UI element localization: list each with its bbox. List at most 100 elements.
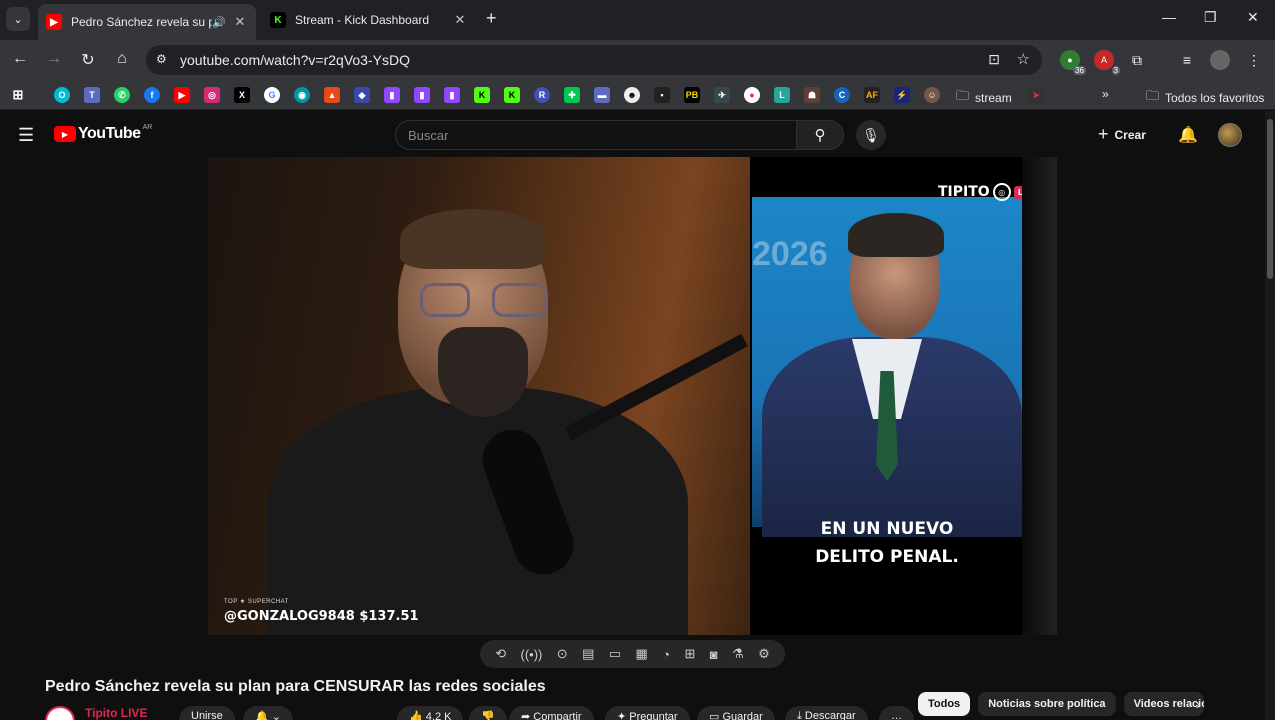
chevron-right-icon[interactable]: › — [1196, 696, 1201, 712]
back-icon[interactable]: ← — [10, 50, 30, 68]
url-text[interactable]: youtube.com/watch?v=r2qVo3-YsDQ — [180, 52, 410, 68]
create-button[interactable]: + Crear — [1098, 124, 1146, 145]
bookmark-fire-icon[interactable]: ▲ — [324, 87, 340, 103]
scrollbar-thumb[interactable] — [1267, 119, 1273, 279]
bookmark-eye-icon[interactable]: ◉ — [294, 87, 310, 103]
search-icon[interactable]: ⚲ — [796, 120, 844, 150]
apps-grid-icon[interactable]: ⊞ — [10, 87, 26, 103]
channel-avatar[interactable] — [45, 706, 75, 720]
twitch-icon[interactable]: ▮ — [384, 87, 400, 103]
speed-gauge-icon[interactable]: ◔ — [662, 647, 670, 662]
more-bookmarks-icon[interactable]: » — [1102, 87, 1109, 101]
clapperboard-icon[interactable]: ▤ — [582, 646, 594, 662]
profile-avatar[interactable] — [1210, 50, 1230, 70]
twitch-icon-3[interactable]: ▮ — [444, 87, 460, 103]
google-icon[interactable]: G — [264, 87, 280, 103]
ask-button[interactable]: ✦ Preguntar — [605, 706, 690, 720]
bookmark-r-icon[interactable]: R — [534, 87, 550, 103]
settings-gear-icon[interactable]: ⚙ — [758, 646, 770, 662]
save-button[interactable]: ▭ Guardar — [697, 706, 775, 720]
kick-bookmark-icon-2[interactable]: K — [504, 87, 520, 103]
install-app-icon[interactable]: ⊡ — [988, 51, 1000, 68]
bookmark-l-icon[interactable]: L — [774, 87, 790, 103]
flask-icon[interactable]: ⚗ — [732, 646, 744, 662]
notification-toggle[interactable]: 🔔 ⌄ — [243, 706, 293, 720]
page-scrollbar[interactable] — [1265, 111, 1275, 720]
loop-icon[interactable]: ⟲ — [495, 646, 506, 662]
user-avatar[interactable] — [1218, 123, 1242, 147]
close-tab-icon[interactable]: ✕ — [232, 14, 248, 30]
tab-search-button[interactable]: ⌄ — [6, 7, 30, 31]
menu-hamburger-icon[interactable]: ☰ — [18, 125, 34, 146]
tab-youtube[interactable]: ▶ Pedro Sánchez revela su pla 🔊 ✕ — [38, 4, 256, 40]
bookmark-af-icon[interactable]: AF — [864, 87, 880, 103]
red-extension-icon[interactable]: A3 — [1094, 50, 1120, 75]
add-frame-icon[interactable]: ⊞ — [684, 646, 695, 662]
picture-in-picture-icon[interactable]: ▭ — [609, 646, 621, 662]
menu-kebab-icon[interactable]: ⋮ — [1244, 50, 1264, 70]
reload-icon[interactable]: ↻ — [78, 50, 98, 70]
join-button[interactable]: Unirse — [179, 706, 235, 720]
home-icon[interactable]: ⌂ — [112, 50, 132, 68]
background-year-text: 2026 — [752, 235, 828, 273]
search-input[interactable]: Buscar — [395, 120, 797, 150]
media-control-icon[interactable]: ≡ — [1177, 50, 1197, 70]
bookmark-face-icon[interactable]: ☺ — [924, 87, 940, 103]
minimize-icon[interactable]: — — [1162, 9, 1176, 25]
bookmark-shield-icon[interactable]: ◆ — [354, 87, 370, 103]
dislike-button[interactable]: 👎 — [469, 706, 507, 720]
download-button[interactable]: ⤓ Descargar — [785, 706, 868, 720]
chip-noticias-politica[interactable]: Noticias sobre política — [978, 692, 1116, 716]
microphone-icon[interactable]: 🎙 — [856, 120, 886, 150]
bookmark-c-icon[interactable]: C — [834, 87, 850, 103]
forward-icon[interactable]: → — [44, 50, 64, 68]
youtube-logo[interactable]: ▶ YouTube AR — [54, 124, 152, 143]
notifications-bell-icon[interactable]: 🔔 — [1178, 125, 1198, 145]
video-player[interactable]: TOP ★ SUPERCHAT @GONZALOG9848 $137.51 20… — [208, 157, 1057, 635]
close-window-icon[interactable]: ✕ — [1247, 9, 1259, 26]
address-bar[interactable]: ⚙ youtube.com/watch?v=r2qVo3-YsDQ ⊡ ☆ — [146, 45, 1042, 75]
facebook-icon[interactable]: f — [144, 87, 160, 103]
bookmark-folder-stream[interactable]: 🗀 stream — [956, 87, 1012, 109]
green-extension-icon[interactable]: ● 36 — [1060, 50, 1086, 75]
screenshot-camera-icon[interactable]: ◙ — [710, 647, 718, 662]
all-bookmarks-folder[interactable]: 🗀 Todos los favoritos — [1146, 87, 1264, 109]
bookmark-red-dot-icon[interactable]: ● — [744, 87, 760, 103]
extensions-puzzle-icon[interactable]: ⧉ — [1127, 50, 1147, 70]
bookmark-t-icon[interactable]: T — [84, 87, 100, 103]
restore-icon[interactable]: ❐ — [1204, 9, 1217, 26]
chip-videos-relacionados[interactable]: Videos relacionados — [1123, 692, 1204, 716]
like-button[interactable]: 👍 4,2 K — [397, 706, 464, 720]
bookmark-pb-icon[interactable]: PB — [684, 87, 700, 103]
bookmark-dark-icon[interactable]: ▪ — [654, 87, 670, 103]
instagram-icon[interactable]: ◎ — [204, 87, 220, 103]
bookmark-bird-icon[interactable]: ✈ — [714, 87, 730, 103]
whatsapp-icon[interactable]: ✆ — [114, 87, 130, 103]
youtube-bookmark-icon[interactable]: ▶ — [174, 87, 190, 103]
channel-name[interactable]: Tipito LIVE — [85, 706, 147, 720]
speaker-icon[interactable]: 🔊 — [212, 16, 226, 29]
bookmark-skull-icon[interactable]: ☻ — [624, 87, 640, 103]
bookmark-star-icon[interactable]: ☆ — [1017, 50, 1030, 68]
tab-kick[interactable]: K Stream - Kick Dashboard ✕ — [262, 4, 476, 36]
bookmark-card-icon[interactable]: ▬ — [594, 87, 610, 103]
site-settings-icon[interactable]: ⚙ — [156, 52, 167, 66]
bookmark-bird-red-icon[interactable]: ➤ — [1028, 87, 1044, 103]
x-twitter-icon[interactable]: X — [234, 87, 250, 103]
cinema-eye-icon[interactable]: ⊙ — [557, 646, 568, 662]
twitch-icon-2[interactable]: ▮ — [414, 87, 430, 103]
subtitles-icon[interactable]: ▦ — [636, 646, 648, 662]
tab-title: Pedro Sánchez revela su pla — [71, 15, 213, 29]
bookmark-circle-icon[interactable]: O — [54, 87, 70, 103]
close-tab-icon[interactable]: ✕ — [452, 12, 468, 28]
chip-todos[interactable]: Todos — [918, 692, 971, 716]
more-actions-icon[interactable]: … — [879, 706, 914, 720]
kick-bookmark-icon[interactable]: K — [474, 87, 490, 103]
bookmark-puzzle-icon[interactable]: ✚ — [564, 87, 580, 103]
broadcast-icon[interactable]: ((•)) — [521, 647, 543, 662]
bookmark-mask-icon[interactable]: ☗ — [804, 87, 820, 103]
youtube-header: ☰ ▶ YouTube AR Buscar ⚲ 🎙 + Crear 🔔 — [0, 111, 1265, 157]
share-button[interactable]: ➦ Compartir — [509, 706, 594, 720]
bookmark-lightning-icon[interactable]: ⚡ — [894, 87, 910, 103]
new-tab-button[interactable]: + — [486, 8, 497, 29]
